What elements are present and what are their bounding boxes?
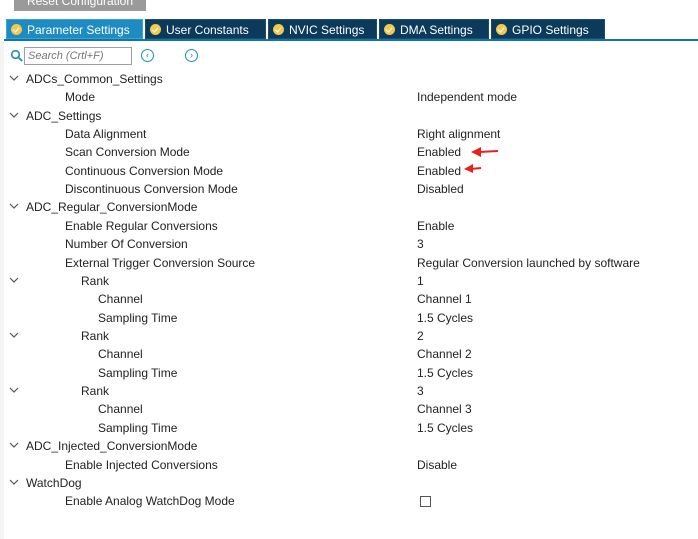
tree-group-adcs-common[interactable]: ADCs_Common_Settings — [0, 70, 698, 88]
tree-row-external-trigger[interactable]: External Trigger Conversion Source Regul… — [0, 254, 698, 272]
param-value[interactable]: 1.5 Cycles — [417, 364, 473, 382]
tree-row-channel[interactable]: Channel Channel 2 — [0, 345, 698, 363]
tree-group-adc-settings[interactable]: ADC_Settings — [0, 107, 698, 125]
param-value[interactable]: Enabled — [417, 143, 461, 161]
search-row: ‹ › — [10, 47, 310, 67]
check-icon — [150, 24, 161, 35]
param-label: External Trigger Conversion Source — [65, 256, 256, 270]
check-icon — [11, 24, 22, 35]
search-next-icon[interactable]: › — [185, 49, 198, 62]
tab-parameter-settings[interactable]: Parameter Settings — [6, 19, 143, 39]
annotation-arrow-icon — [464, 164, 482, 173]
param-label: Sampling Time — [98, 421, 178, 435]
param-label: Sampling Time — [98, 366, 178, 380]
tree-row-enable-analog-watchdog[interactable]: Enable Analog WatchDog Mode — [0, 492, 698, 510]
param-label: Enable Analog WatchDog Mode — [65, 494, 235, 508]
chevron-down-icon[interactable] — [9, 385, 19, 395]
tab-user-constants[interactable]: User Constants — [145, 19, 266, 39]
param-value[interactable]: Independent mode — [417, 88, 517, 106]
param-label: Data Alignment — [65, 127, 147, 141]
tree-group-adc-regular[interactable]: ADC_Regular_ConversionMode — [0, 198, 698, 216]
tree-row-number-of-conversion[interactable]: Number Of Conversion 3 — [0, 235, 698, 253]
chevron-down-icon[interactable] — [9, 477, 19, 487]
tree-row-scan-conversion-mode[interactable]: Scan Conversion Mode Enabled — [0, 143, 698, 161]
param-value[interactable]: Enable — [417, 217, 454, 235]
group-label: WatchDog — [26, 476, 82, 490]
chevron-down-icon[interactable] — [9, 330, 19, 340]
tab-label: Parameter Settings — [27, 23, 130, 37]
chevron-down-icon[interactable] — [9, 275, 19, 285]
param-value[interactable]: Channel 3 — [417, 400, 472, 418]
group-label: ADCs_Common_Settings — [26, 72, 163, 86]
tree-row-enable-injected-conversions[interactable]: Enable Injected Conversions Disable — [0, 456, 698, 474]
param-value[interactable]: 1 — [417, 272, 424, 290]
chevron-down-icon[interactable] — [9, 201, 19, 211]
analog-watchdog-checkbox[interactable] — [420, 496, 431, 507]
param-label: Continuous Conversion Mode — [65, 164, 224, 178]
chevron-down-icon[interactable] — [9, 110, 19, 120]
param-label: Channel — [98, 292, 143, 306]
param-label: Rank — [81, 384, 110, 398]
param-label: Rank — [81, 329, 110, 343]
param-value[interactable]: Channel 2 — [417, 345, 472, 363]
tab-label: GPIO Settings — [512, 23, 589, 37]
param-label: Channel — [98, 402, 143, 416]
check-icon — [384, 24, 395, 35]
param-label: Enable Injected Conversions — [65, 458, 218, 472]
tab-label: User Constants — [166, 23, 249, 37]
group-label: ADC_Settings — [26, 109, 102, 123]
chevron-down-icon[interactable] — [9, 73, 19, 83]
param-value[interactable]: 2 — [417, 327, 424, 345]
tree-row-rank[interactable]: Rank 2 — [0, 327, 698, 345]
tree-row-data-alignment[interactable]: Data Alignment Right alignment — [0, 125, 698, 143]
param-label: Scan Conversion Mode — [65, 145, 190, 159]
tab-bar: Parameter Settings User Constants NVIC S… — [4, 19, 698, 41]
param-value[interactable]: 3 — [417, 382, 424, 400]
param-value[interactable]: 3 — [417, 235, 424, 253]
annotation-arrow-icon — [471, 147, 499, 157]
check-icon — [273, 24, 284, 35]
param-label: Enable Regular Conversions — [65, 219, 218, 233]
tree-row-channel[interactable]: Channel Channel 1 — [0, 290, 698, 308]
param-value[interactable]: Right alignment — [417, 125, 500, 143]
tab-dma-settings[interactable]: DMA Settings — [379, 19, 489, 39]
tree-row-enable-regular-conversions[interactable]: Enable Regular Conversions Enable — [0, 217, 698, 235]
group-label: ADC_Injected_ConversionMode — [26, 439, 198, 453]
param-label: Discontinuous Conversion Mode — [65, 182, 238, 196]
search-icon — [10, 49, 23, 62]
tree-row-sampling-time[interactable]: Sampling Time 1.5 Cycles — [0, 419, 698, 437]
param-label: Sampling Time — [98, 311, 178, 325]
tree-group-adc-injected[interactable]: ADC_Injected_ConversionMode — [0, 437, 698, 455]
param-label: Channel — [98, 347, 143, 361]
param-value[interactable]: 1.5 Cycles — [417, 309, 473, 327]
param-label: Mode — [65, 90, 96, 104]
search-previous-icon[interactable]: ‹ — [141, 49, 154, 62]
param-value[interactable]: Enabled — [417, 162, 461, 180]
search-input[interactable] — [24, 47, 132, 65]
param-value[interactable]: Disabled — [417, 180, 464, 198]
reset-configuration-button[interactable]: Reset Configuration — [14, 0, 146, 11]
tree-group-watchdog[interactable]: WatchDog — [0, 474, 698, 492]
group-label: ADC_Regular_ConversionMode — [26, 200, 198, 214]
tab-label: DMA Settings — [400, 23, 473, 37]
tree-row-rank[interactable]: Rank 1 — [0, 272, 698, 290]
tree-row-mode[interactable]: Mode Independent mode — [0, 88, 698, 106]
param-value[interactable]: Regular Conversion launched by software — [417, 254, 640, 272]
param-label: Number Of Conversion — [65, 237, 188, 251]
check-icon — [496, 24, 507, 35]
tab-nvic-settings[interactable]: NVIC Settings — [268, 19, 377, 39]
tree-row-sampling-time[interactable]: Sampling Time 1.5 Cycles — [0, 309, 698, 327]
tree-row-continuous-conversion-mode[interactable]: Continuous Conversion Mode Enabled — [0, 162, 698, 180]
tree-row-discontinuous-conversion-mode[interactable]: Discontinuous Conversion Mode Disabled — [0, 180, 698, 198]
tree-row-rank[interactable]: Rank 3 — [0, 382, 698, 400]
param-value[interactable]: Disable — [417, 456, 457, 474]
chevron-down-icon[interactable] — [9, 440, 19, 450]
param-value[interactable]: Channel 1 — [417, 290, 472, 308]
tab-label: NVIC Settings — [289, 23, 365, 37]
param-label: Rank — [81, 274, 110, 288]
param-value[interactable]: 1.5 Cycles — [417, 419, 473, 437]
tree-row-sampling-time[interactable]: Sampling Time 1.5 Cycles — [0, 364, 698, 382]
tree-row-channel[interactable]: Channel Channel 3 — [0, 400, 698, 418]
tab-gpio-settings[interactable]: GPIO Settings — [491, 19, 605, 39]
